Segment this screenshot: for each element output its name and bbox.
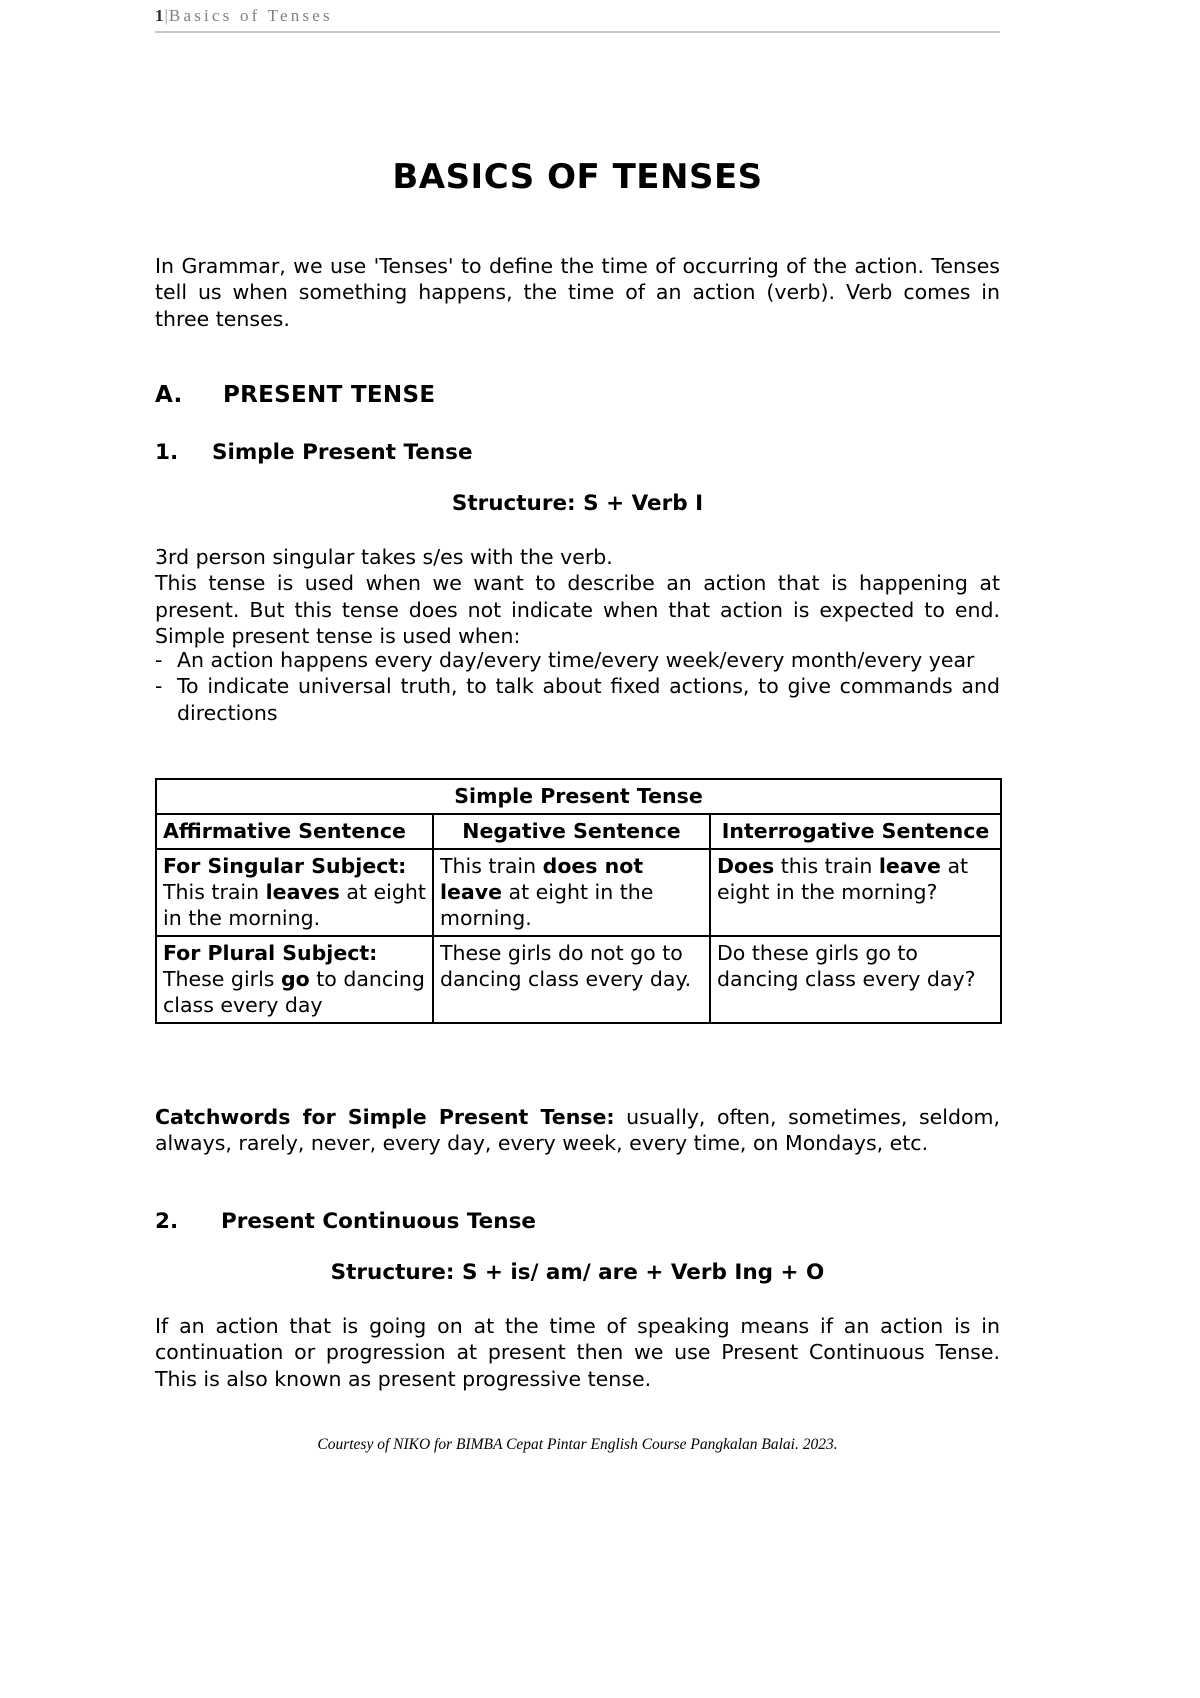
- cell-affirmative-singular: For Singular Subject: This train leaves …: [155, 848, 434, 937]
- cell-bold-prefix: For Singular Subject:: [163, 854, 407, 878]
- running-header: 1|Basics of Tenses: [155, 0, 1000, 33]
- simple-present-description: 3rd person singular takes s/es with the …: [155, 544, 1000, 650]
- section-heading-a: A. PRESENT TENSE: [155, 382, 435, 408]
- cell-interrogative-singular: Does this train leave at eight in the mo…: [708, 848, 1003, 937]
- dash-marker: -: [155, 674, 163, 699]
- cell-text: These girls: [163, 967, 281, 991]
- subsection-1-label: 1.: [155, 440, 179, 465]
- header-page-number: 1: [155, 6, 164, 25]
- description-line-2: This tense is used when we want to descr…: [155, 571, 1000, 649]
- cell-bold-verb: leaves: [265, 880, 340, 904]
- subsection-2-heading: Present Continuous Tense: [221, 1209, 536, 1234]
- column-header-affirmative: Affirmative Sentence: [155, 813, 434, 850]
- page-title: BASICS OF TENSES: [392, 157, 763, 197]
- simple-present-usage-list: - An action happens every day/every time/…: [155, 647, 1000, 726]
- structure-line-2: Structure: S + is/ am/ are + Verb Ing + …: [330, 1260, 825, 1285]
- cell-text-lead: These girls do not go to dancing class e…: [440, 941, 692, 991]
- cell-bold-lead: Does: [717, 854, 775, 878]
- column-header-negative: Negative Sentence: [432, 813, 711, 850]
- list-item: - To indicate universal truth, to talk ab…: [155, 673, 1000, 726]
- structure-line-1: Structure: S + Verb I: [451, 491, 704, 516]
- dash-marker: -: [155, 648, 163, 672]
- cell-text: This train: [163, 880, 266, 904]
- table-header-row: Affirmative Sentence Negative Sentence I…: [155, 813, 1003, 850]
- table-caption: Simple Present Tense: [154, 778, 1003, 815]
- simple-present-tense-table: Simple Present Tense Affirmative Sentenc…: [154, 778, 1003, 1024]
- subsection-1-heading: Simple Present Tense: [212, 440, 473, 465]
- cell-negative-plural: These girls do not go to dancing class e…: [432, 935, 711, 1024]
- cell-text-lead: This train: [440, 854, 543, 878]
- table-row: For Plural Subject: These girls go to da…: [155, 935, 1003, 1024]
- intro-paragraph: In Grammar, we use 'Tenses' to define th…: [155, 254, 1000, 331]
- catchwords-paragraph: Catchwords for Simple Present Tense: usu…: [155, 1104, 1000, 1157]
- page-footer-note: Courtesy of NIKO for BIMBA Cepat Pintar …: [317, 1436, 838, 1453]
- cell-negative-singular: This train does not leave at eight in th…: [432, 848, 711, 937]
- cell-text-mid: this train: [774, 854, 879, 878]
- catchwords-label: Catchwords for Simple Present Tense:: [155, 1105, 615, 1129]
- cell-interrogative-plural: Do these girls go to dancing class every…: [708, 935, 1003, 1024]
- list-item-text: An action happens every day/every time/e…: [177, 648, 975, 672]
- subsection-heading-1: 1. Simple Present Tense: [155, 440, 473, 465]
- section-a-label: A.: [155, 382, 183, 408]
- column-header-interrogative: Interrogative Sentence: [708, 813, 1003, 850]
- table-row: For Singular Subject: This train leaves …: [155, 848, 1003, 937]
- cell-affirmative-plural: For Plural Subject: These girls go to da…: [155, 935, 434, 1024]
- header-title: Basics of Tenses: [168, 6, 333, 25]
- cell-bold-verb: leave: [878, 854, 941, 878]
- section-a-heading: PRESENT TENSE: [223, 382, 436, 408]
- list-item-text: To indicate universal truth, to talk abo…: [177, 674, 1000, 725]
- table-caption-row: Simple Present Tense: [154, 778, 1003, 815]
- cell-bold-verb: go: [280, 967, 310, 991]
- document-page: 1|Basics of Tenses BASICS OF TENSES In G…: [0, 0, 1200, 1698]
- cell-text-mid: Do these girls go to dancing class every…: [717, 941, 976, 991]
- description-line-1: 3rd person singular takes s/es with the …: [155, 545, 613, 569]
- subsection-2-label: 2.: [155, 1209, 179, 1234]
- present-continuous-description: If an action that is going on at the tim…: [155, 1314, 1000, 1391]
- cell-bold-prefix: For Plural Subject:: [163, 941, 378, 965]
- list-item: - An action happens every day/every time/…: [155, 647, 1000, 673]
- subsection-heading-2: 2. Present Continuous Tense: [155, 1209, 536, 1234]
